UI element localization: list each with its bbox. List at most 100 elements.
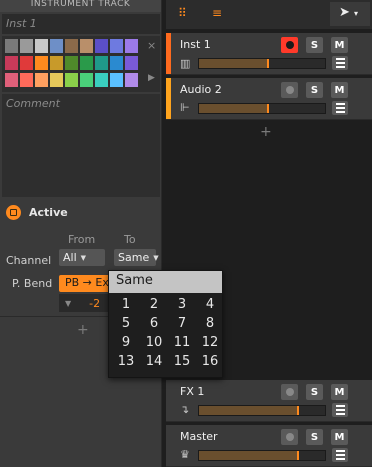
add-track-button[interactable]: + [260, 124, 272, 140]
track-color-stripe [166, 78, 171, 119]
from-label: From [68, 233, 96, 246]
menu-item-channel[interactable]: 8 [196, 316, 224, 335]
color-swatch[interactable] [110, 56, 123, 70]
chevron-down-icon: ▾ [354, 9, 359, 18]
color-swatch[interactable] [95, 39, 108, 53]
record-arm-button[interactable] [281, 37, 298, 53]
volume-meter[interactable] [198, 58, 326, 69]
mute-button[interactable]: M [331, 384, 348, 400]
solo-button[interactable]: S [306, 82, 323, 98]
solo-button[interactable]: S [306, 384, 323, 400]
menu-item-channel[interactable]: 15 [168, 354, 196, 373]
menu-item-channel[interactable]: 4 [196, 297, 224, 316]
track-name: Audio 2 [180, 83, 222, 96]
channel-to-value: Same [118, 251, 150, 264]
menu-item-channel[interactable]: 14 [140, 354, 168, 373]
menu-item-channel[interactable]: 1 [112, 297, 140, 316]
close-icon[interactable]: × [147, 39, 156, 52]
menu-item-channel[interactable]: 12 [196, 335, 224, 354]
track-menu-button[interactable] [332, 448, 348, 462]
volume-meter[interactable] [198, 450, 326, 461]
pointer-tool-button[interactable]: ➤ ▾ [330, 2, 370, 26]
power-icon[interactable] [6, 204, 21, 220]
list-view-icon[interactable]: ≡ [212, 6, 222, 20]
next-arrow-icon[interactable]: ▶ [148, 73, 155, 83]
mute-button[interactable]: M [331, 429, 348, 445]
mute-button[interactable]: M [331, 37, 348, 53]
color-swatch[interactable] [95, 56, 108, 70]
track-menu-button[interactable] [332, 101, 348, 115]
volume-meter[interactable] [198, 405, 326, 416]
grid-view-icon[interactable]: ⠿ [178, 6, 187, 20]
track-master[interactable]: Master S M ♛ [166, 425, 372, 467]
record-arm-button[interactable] [281, 82, 298, 98]
color-swatch[interactable] [125, 73, 138, 87]
track-audio-2[interactable]: Audio 2 S M ⊩ [166, 78, 372, 120]
active-label: Active [29, 205, 68, 219]
solo-button[interactable]: S [306, 37, 323, 53]
track-menu-button[interactable] [332, 403, 348, 417]
menu-item-channel[interactable]: 3 [168, 297, 196, 316]
menu-item-channel[interactable]: 2 [140, 297, 168, 316]
menu-item-channel[interactable]: 11 [168, 335, 196, 354]
color-swatch[interactable] [20, 73, 33, 87]
volume-meter[interactable] [198, 103, 326, 114]
color-swatch[interactable] [50, 39, 63, 53]
color-swatch[interactable] [110, 39, 123, 53]
solo-button[interactable]: S [306, 429, 323, 445]
color-swatch[interactable] [65, 56, 78, 70]
keyboard-icon: ▥ [180, 57, 191, 70]
channel-to-dropdown[interactable]: Same ▼ [114, 249, 159, 266]
inspector-panel: INSTRUMENT TRACK Inst 1 × ▶ Comment Activ… [0, 0, 162, 467]
color-swatch[interactable] [50, 73, 63, 87]
channel-from-dropdown[interactable]: All ▼ [59, 249, 105, 266]
channel-label: Channel [6, 254, 52, 267]
comment-field[interactable]: Comment [2, 94, 160, 197]
waveform-icon: ⊩ [180, 101, 190, 114]
color-swatch[interactable] [35, 73, 48, 87]
record-arm-button[interactable] [281, 429, 298, 445]
track-fx-1[interactable]: FX 1 S M ↴ [166, 380, 372, 422]
color-swatch[interactable] [5, 39, 18, 53]
menu-item-channel[interactable]: 7 [168, 316, 196, 335]
pbend-amount-value: -2 [89, 296, 101, 310]
triangle-down-icon: ▼ [65, 298, 72, 308]
color-swatch[interactable] [95, 73, 108, 87]
crown-icon: ♛ [180, 448, 190, 461]
menu-item-same[interactable]: Same [109, 271, 222, 293]
color-swatch[interactable] [35, 39, 48, 53]
menu-item-channel[interactable]: 5 [112, 316, 140, 335]
color-swatch[interactable] [65, 73, 78, 87]
color-swatch[interactable] [5, 56, 18, 70]
menu-item-channel[interactable]: 6 [140, 316, 168, 335]
color-swatch[interactable] [125, 39, 138, 53]
active-toggle-row: Active [0, 200, 162, 224]
record-arm-button[interactable] [281, 384, 298, 400]
color-swatch[interactable] [80, 39, 93, 53]
tracks-panel: ⠿ ≡ ➤ ▾ Inst 1 S M ▥ Audio 2 S M ⊩ + FX … [166, 0, 372, 467]
add-button[interactable]: + [77, 322, 89, 338]
menu-item-channel[interactable]: 13 [112, 354, 140, 373]
menu-item-channel[interactable]: 9 [112, 335, 140, 354]
track-name-field[interactable]: Inst 1 [2, 14, 160, 34]
channel-grid: 1 2 3 4 5 6 7 8 9 10 11 12 13 14 15 16 [109, 293, 222, 377]
track-menu-button[interactable] [332, 56, 348, 70]
channel-dropdown-menu: Same 1 2 3 4 5 6 7 8 9 10 11 12 13 14 15 16 [108, 270, 223, 378]
color-swatch[interactable] [50, 56, 63, 70]
inspector-header: INSTRUMENT TRACK [0, 0, 161, 12]
pbend-label: P. Bend [12, 277, 53, 290]
color-swatch[interactable] [80, 73, 93, 87]
color-swatch[interactable] [80, 56, 93, 70]
track-inst-1[interactable]: Inst 1 S M ▥ [166, 33, 372, 75]
menu-item-channel[interactable]: 16 [196, 354, 224, 373]
color-swatch[interactable] [35, 56, 48, 70]
color-swatch[interactable] [110, 73, 123, 87]
menu-item-channel[interactable]: 10 [140, 335, 168, 354]
color-swatch[interactable] [20, 56, 33, 70]
color-swatch[interactable] [5, 73, 18, 87]
color-swatch[interactable] [125, 56, 138, 70]
color-swatch[interactable] [20, 39, 33, 53]
color-palette: × ▶ [2, 36, 160, 92]
mute-button[interactable]: M [331, 82, 348, 98]
color-swatch[interactable] [65, 39, 78, 53]
